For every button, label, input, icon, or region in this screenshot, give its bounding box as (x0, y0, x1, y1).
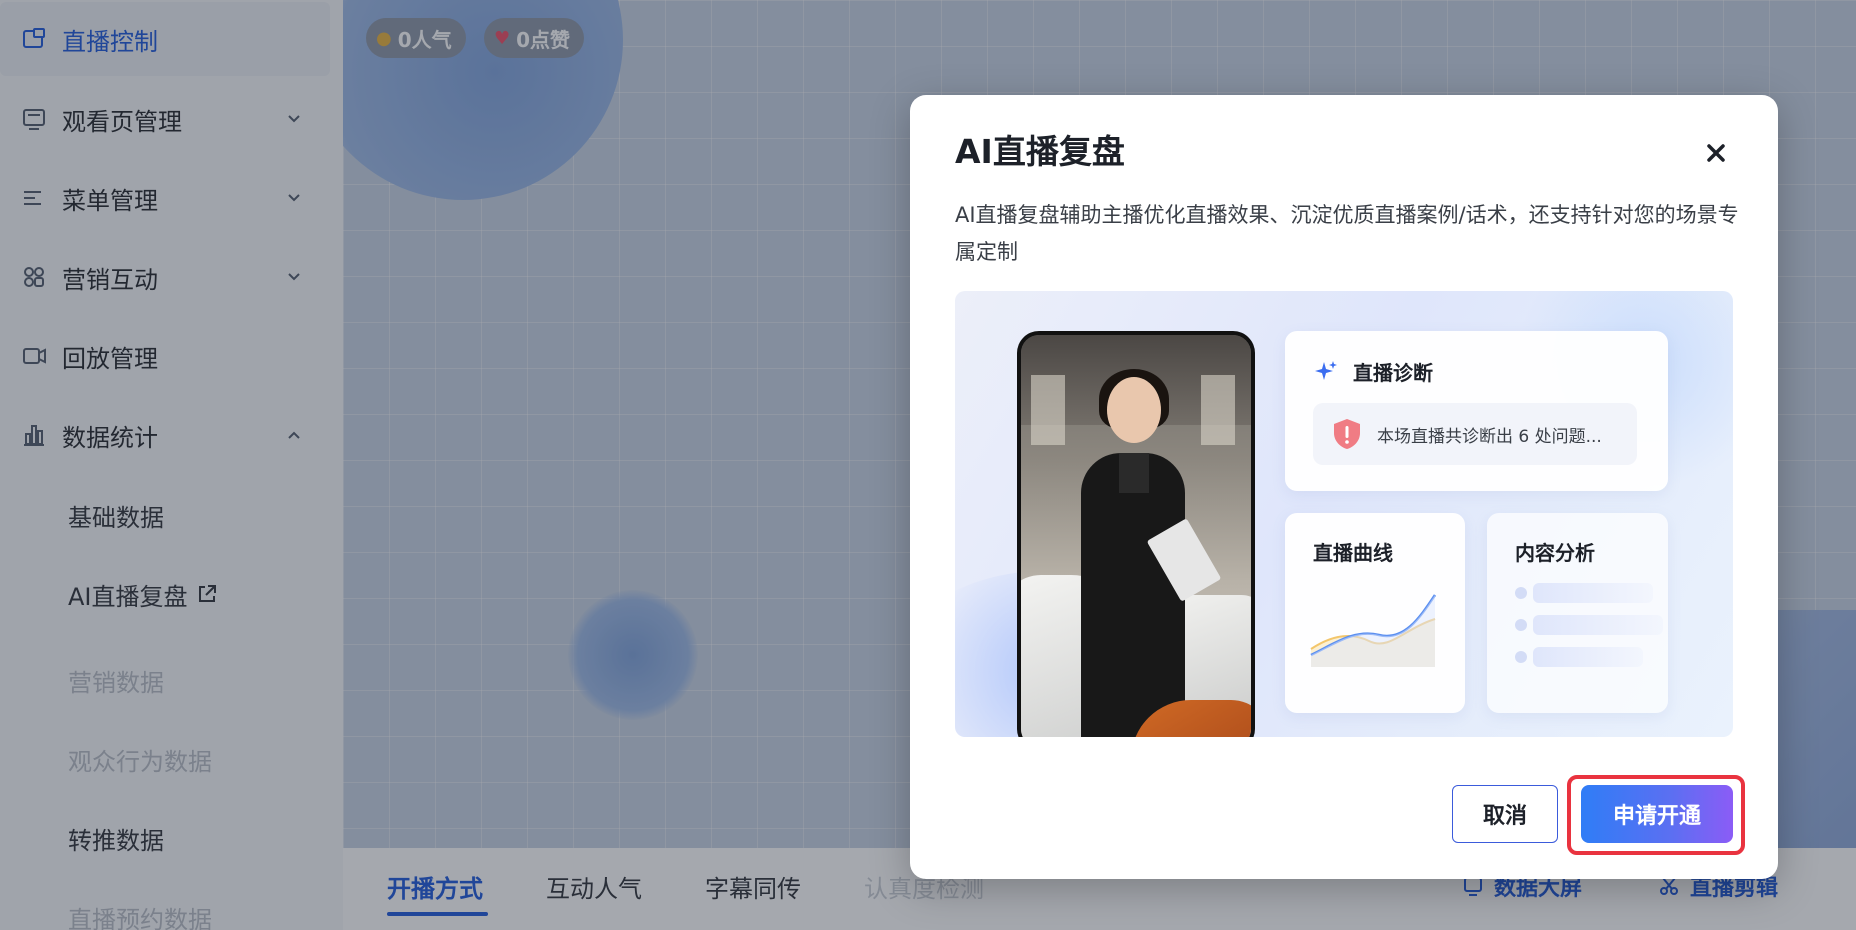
diagnosis-card: 直播诊断 本场直播共诊断出 6 处问题... (1285, 331, 1668, 491)
diagnosis-text: 本场直播共诊断出 6 处问题... (1377, 426, 1602, 447)
ai-review-dialog: AI直播复盘 AI直播复盘辅助主播优化直播效果、沉淀优质直播案例/话术，还支持针… (910, 95, 1778, 879)
feature-banner: 直播诊断 本场直播共诊断出 6 处问题... 直播曲线 内容分析 (955, 291, 1733, 737)
phone-mockup (1017, 331, 1255, 737)
list-dot (1515, 651, 1527, 663)
warning-shield-icon (1334, 419, 1360, 449)
cancel-button[interactable]: 取消 (1452, 785, 1558, 843)
line-chart-icon (1310, 594, 1437, 667)
content-analysis-card: 内容分析 (1487, 513, 1668, 713)
dialog-title: AI直播复盘 (955, 132, 1125, 171)
list-dot (1515, 619, 1527, 631)
host-face (1107, 377, 1161, 443)
diagnosis-title: 直播诊断 (1353, 361, 1433, 385)
list-bar (1533, 647, 1643, 667)
apply-button[interactable]: 申请开通 (1581, 785, 1733, 843)
list-bar (1533, 615, 1663, 635)
dialog-description: AI直播复盘辅助主播优化直播效果、沉淀优质直播案例/话术，还支持针对您的场景专属… (955, 203, 1739, 264)
close-button[interactable] (1698, 135, 1734, 171)
analysis-title: 内容分析 (1515, 541, 1595, 565)
list-bar (1533, 583, 1653, 603)
live-curve-card: 直播曲线 (1285, 513, 1465, 713)
sparkle-icon (1315, 361, 1337, 380)
highlight-box: 申请开通 (1567, 775, 1745, 855)
host-shirt (1119, 453, 1149, 493)
list-dot (1515, 587, 1527, 599)
close-icon (1707, 144, 1725, 162)
host-photo (1021, 335, 1251, 737)
host-figure (1081, 453, 1185, 737)
diagnosis-summary: 本场直播共诊断出 6 处问题... (1313, 403, 1637, 465)
curve-title: 直播曲线 (1313, 541, 1393, 565)
showroom-window (1031, 375, 1065, 445)
showroom-window (1201, 375, 1235, 445)
